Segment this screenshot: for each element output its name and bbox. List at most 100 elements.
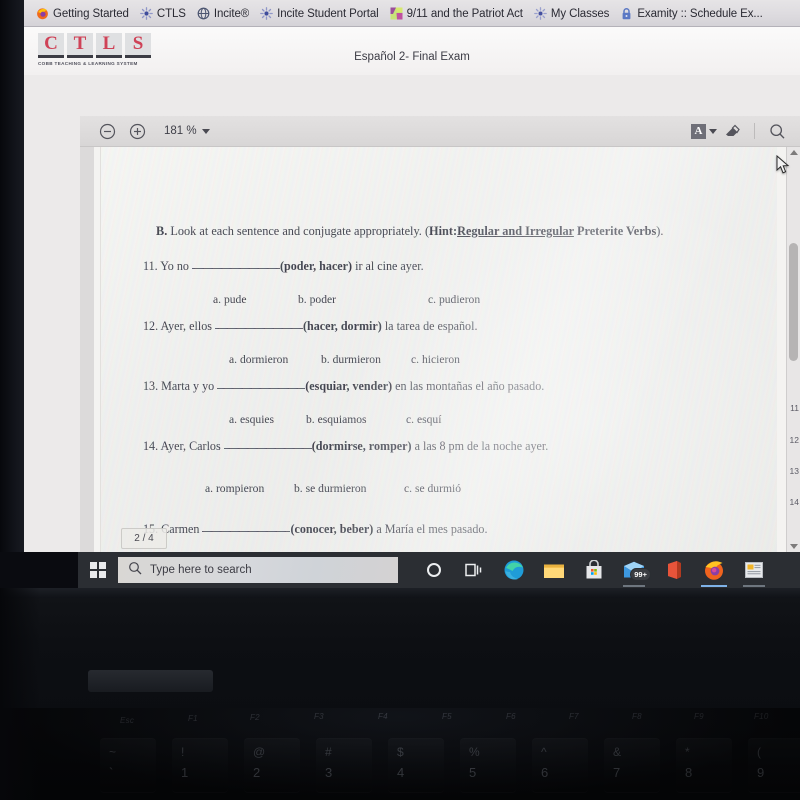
search-icon [128,561,142,580]
exam-document: B. Look at each sentence and conjugate a… [101,147,777,552]
section-letter: B. [156,224,168,238]
logo-letter-l: L [96,33,122,58]
edge-icon[interactable] [494,552,534,588]
key-2[interactable]: @ 2 [244,738,300,792]
toolbar-divider [754,123,755,139]
bookmark-label: 9/11 and the Patriot Act [406,7,523,20]
answer-blank[interactable] [217,388,306,389]
key-backtick[interactable]: ~ ` [100,738,156,792]
key-f5[interactable]: F5 [442,712,452,721]
key-4[interactable]: $ 4 [388,738,444,792]
choice-c[interactable]: c. hicieron [411,353,460,366]
key-top-label: ^ [541,745,547,759]
eraser-icon[interactable] [719,118,745,144]
taskbar-search-input[interactable]: Type here to search [118,557,398,583]
key-f1[interactable]: F1 [188,714,198,723]
choice-b[interactable]: b. esquiamos [306,413,406,426]
key-f10[interactable]: F10 [754,712,769,721]
question-13-stem: 13. Marta y yo (esquiar, vender) en las … [143,379,544,394]
key-5[interactable]: % 5 [460,738,516,792]
key-6[interactable]: ^ 6 [532,738,588,792]
choice-a[interactable]: a. rompieron [205,482,294,495]
question-13-choices: a. esquies b. esquiamos c. esquí [229,413,441,426]
key-bottom-label: 2 [253,765,261,780]
choice-c[interactable]: c. pudieron [428,293,480,306]
stem-after: la tarea de español. [381,319,478,333]
zoom-level-selector[interactable]: 181 % [164,125,210,137]
file-explorer-icon[interactable] [534,552,574,588]
key-f6[interactable]: F6 [506,712,516,721]
start-button[interactable] [78,552,118,588]
answer-blank[interactable] [191,268,280,269]
page-indicator: 2 / 4 [121,528,167,549]
pdf-page-sheet[interactable]: B. Look at each sentence and conjugate a… [94,147,786,552]
answer-blank[interactable] [214,328,303,329]
choice-b[interactable]: b. durmieron [321,353,411,366]
choice-b[interactable]: b. se durmieron [294,482,404,495]
key-top-label: ! [181,745,185,759]
bookmark-getting-started[interactable]: Getting Started [36,7,129,20]
mouse-cursor [776,154,790,175]
zoom-in-icon[interactable] [124,118,150,144]
key-top-label: ~ [109,745,117,759]
key-8[interactable]: * 8 [676,738,732,792]
pdf-toolbar: 181 % A [80,116,800,147]
choice-a[interactable]: a. dormieron [229,353,321,366]
microsoft-store-icon[interactable] [574,552,614,588]
question-11-stem: 11. Yo no (poder, hacer) ir al cine ayer… [143,259,424,274]
bookmark-my-classes[interactable]: My Classes [534,7,609,20]
stem-before: Ayer, Carlos [158,439,224,453]
stem-after: en las montañas el año pasado. [392,379,545,393]
bookmark-ctls[interactable]: CTLS [140,7,186,20]
key-f8[interactable]: F8 [632,712,642,721]
choice-a[interactable]: a. esquies [229,413,306,426]
firefox-icon [36,7,49,20]
pdf-viewer: 181 % A B. Look at each sentence and con… [80,116,800,552]
key-1[interactable]: ! 1 [172,738,228,792]
bookmark-incite-student-portal[interactable]: Incite Student Portal [260,7,379,20]
key-9[interactable]: ( 9 [748,738,800,792]
key-3[interactable]: # 3 [316,738,372,792]
key-bottom-label: 9 [757,765,765,780]
key-f9[interactable]: F9 [694,712,704,721]
zoom-out-icon[interactable] [94,118,120,144]
browser-content-area: Español 2- Final Exam C T L S COBB TEACH… [24,27,800,552]
key-top-label: % [469,745,480,759]
key-esc[interactable]: Esc [120,716,134,725]
news-icon[interactable] [734,552,774,588]
bookmark-label: Incite Student Portal [277,7,379,20]
choice-c[interactable]: c. se durmió [404,482,461,495]
answer-blank[interactable] [223,448,312,449]
key-f2[interactable]: F2 [250,713,260,722]
choice-c[interactable]: c. esquí [406,413,441,426]
choice-a[interactable]: a. pude [213,293,298,306]
mail-icon[interactable]: 99+ [614,552,654,588]
task-view-icon[interactable] [454,552,494,588]
firefox-icon[interactable] [694,552,734,588]
key-f7[interactable]: F7 [569,712,579,721]
bookmark-label: Incite® [213,7,250,20]
bookmark-label: CTLS [156,7,186,20]
question-12-stem: 12. Ayer, ellos (hacer, dormir) la tarea… [143,319,478,334]
key-f4[interactable]: F4 [378,712,388,721]
starburst-icon [140,7,153,20]
answer-blank[interactable] [202,531,291,532]
verb-pair: (poder, hacer) [279,259,353,273]
key-f3[interactable]: F3 [314,712,324,721]
scroll-down-icon[interactable] [790,544,798,549]
key-7[interactable]: & 7 [604,738,660,792]
bookmark-examity-schedule[interactable]: Examity :: Schedule Ex... [620,7,763,20]
question-14-stem: 14. Ayer, Carlos (dormirse, romper) a la… [143,439,548,454]
bookmark-911-patriot-act[interactable]: 9/11 and the Patriot Act [390,7,523,20]
text-highlight-button[interactable]: A [691,118,717,144]
cortana-icon[interactable] [414,552,454,588]
choice-b[interactable]: b. poder [298,293,428,306]
section-instructions: B. Look at each sentence and conjugate a… [156,224,663,239]
logo-tagline: COBB TEACHING & LEARNING SYSTEM [38,61,138,66]
key-bottom-label: 6 [541,765,549,780]
office-icon[interactable] [654,552,694,588]
bookmark-incite[interactable]: Incite® [197,7,249,20]
key-bottom-label: 5 [469,765,477,780]
ctls-logo[interactable]: C T L S COBB TEACHING & LEARNING SYSTEM [38,33,168,66]
key-top-label: * [685,745,690,759]
